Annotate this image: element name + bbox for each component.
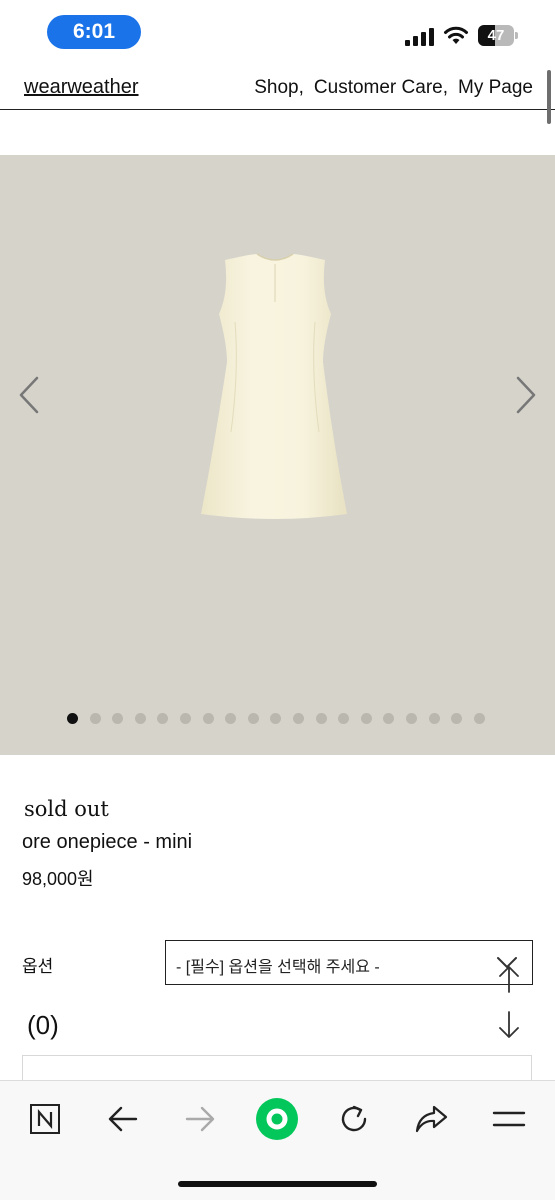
scroll-bottom-arrow-down-icon[interactable] bbox=[497, 1010, 521, 1040]
page-scrollbar[interactable] bbox=[547, 70, 551, 124]
carousel-dot[interactable] bbox=[225, 713, 237, 724]
carousel-dot[interactable] bbox=[67, 713, 78, 724]
quantity-count: (0) bbox=[27, 1010, 59, 1040]
carousel-next-chevron-right-icon[interactable] bbox=[514, 375, 538, 415]
carousel-dot[interactable] bbox=[428, 713, 440, 724]
carousel-dot[interactable] bbox=[383, 713, 395, 724]
carousel-dot[interactable] bbox=[338, 713, 350, 724]
refresh-icon[interactable] bbox=[332, 1097, 376, 1141]
carousel-dot[interactable] bbox=[179, 713, 191, 724]
cellular-signal-icon bbox=[405, 28, 434, 46]
carousel-dot[interactable] bbox=[292, 713, 304, 724]
share-icon[interactable] bbox=[409, 1097, 453, 1141]
carousel-dot[interactable] bbox=[451, 713, 463, 724]
sold-out-label: sold out bbox=[24, 797, 109, 821]
battery-icon: 47 bbox=[478, 25, 518, 46]
carousel-dot[interactable] bbox=[360, 713, 372, 724]
product-photo-dress bbox=[201, 253, 347, 519]
status-bar: 6:01 47 bbox=[0, 0, 555, 62]
naver-icon[interactable] bbox=[23, 1097, 67, 1141]
site-logo[interactable]: wearweather bbox=[24, 76, 139, 99]
status-time[interactable]: 6:01 bbox=[47, 15, 141, 49]
nav-my-page[interactable]: My Page bbox=[458, 77, 533, 99]
carousel-dot[interactable] bbox=[157, 713, 169, 724]
carousel-dot[interactable] bbox=[473, 713, 485, 724]
browser-toolbar bbox=[0, 1080, 555, 1200]
site-header: wearweather Shop, Customer Care, My Page bbox=[0, 62, 555, 110]
main-nav: Shop, Customer Care, My Page bbox=[254, 77, 533, 99]
menu-icon[interactable] bbox=[487, 1097, 531, 1141]
option-label: 옵션 bbox=[22, 957, 54, 976]
wifi-icon bbox=[444, 26, 468, 44]
carousel-prev-chevron-left-icon[interactable] bbox=[17, 375, 41, 415]
product-image-carousel[interactable] bbox=[0, 155, 555, 755]
carousel-dot[interactable] bbox=[270, 713, 282, 724]
option-select-value: - [필수] 옵션을 선택해 주세요 - bbox=[176, 959, 380, 976]
carousel-dot[interactable] bbox=[134, 713, 146, 724]
nav-customer-care[interactable]: Customer Care, bbox=[314, 77, 448, 99]
home-indicator bbox=[178, 1181, 377, 1187]
battery-level: 47 bbox=[487, 27, 505, 44]
carousel-dot[interactable] bbox=[89, 713, 101, 724]
nav-shop[interactable]: Shop, bbox=[254, 77, 304, 99]
carousel-dot[interactable] bbox=[202, 713, 214, 724]
carousel-dot[interactable] bbox=[112, 713, 124, 724]
scroll-top-arrow-up-icon[interactable] bbox=[497, 964, 521, 994]
product-name: ore onepiece - mini bbox=[22, 831, 193, 853]
carousel-dot[interactable] bbox=[315, 713, 327, 724]
forward-arrow-icon[interactable] bbox=[178, 1097, 222, 1141]
carousel-pagination bbox=[67, 713, 485, 724]
back-arrow-icon[interactable] bbox=[101, 1097, 145, 1141]
carousel-dot[interactable] bbox=[405, 713, 417, 724]
green-home-icon[interactable] bbox=[255, 1097, 299, 1141]
option-select[interactable]: - [필수] 옵션을 선택해 주세요 - bbox=[165, 940, 533, 985]
carousel-dot[interactable] bbox=[247, 713, 259, 724]
product-price: 98,000원 bbox=[22, 869, 94, 889]
